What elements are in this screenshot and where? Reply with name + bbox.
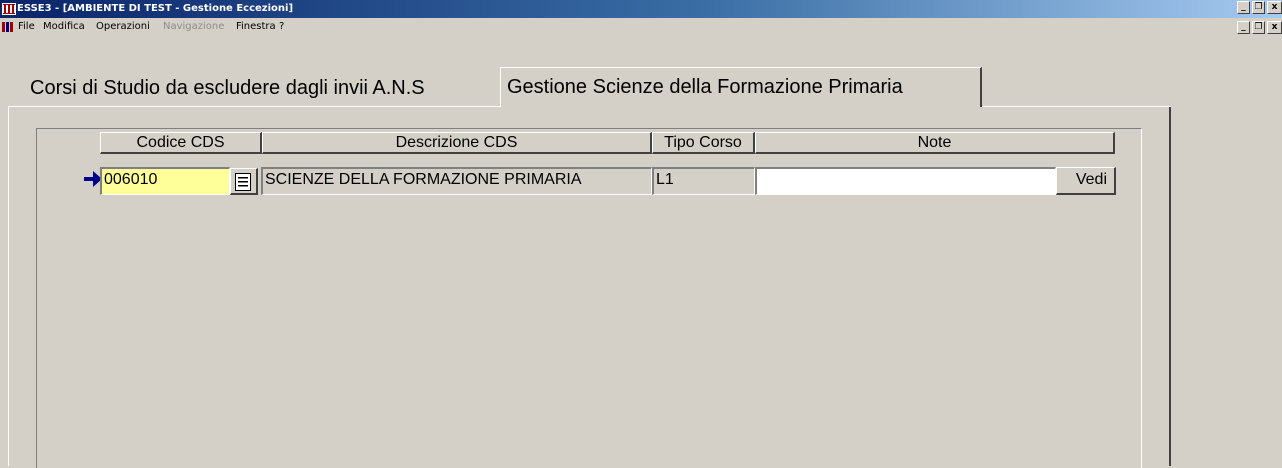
column-header-note: Note xyxy=(755,132,1115,154)
restore-button[interactable]: ❐ xyxy=(1252,1,1265,14)
tab-corsi-esclusi[interactable]: Corsi di Studio da escludere dagli invii… xyxy=(24,71,431,105)
menu-bar: File Modifica Operazioni Navigazione Fin… xyxy=(0,18,1282,36)
menu-help[interactable]: ? xyxy=(279,18,284,36)
menu-operazioni[interactable]: Operazioni xyxy=(96,18,150,36)
codice-cds-field[interactable]: 006010 xyxy=(100,167,230,195)
menu-finestra[interactable]: Finestra xyxy=(236,18,276,36)
tipo-corso-field: L1 xyxy=(652,167,755,195)
tab-panel-top-edge xyxy=(980,106,1171,107)
column-header-codice: Codice CDS xyxy=(100,132,262,154)
list-of-values-button[interactable] xyxy=(230,168,258,195)
child-restore-button[interactable]: ❐ xyxy=(1252,21,1265,34)
column-header-tipo: Tipo Corso xyxy=(652,132,755,154)
title-bar: ESSE3 - [AMBIENTE DI TEST - Gestione Ecc… xyxy=(0,0,1282,18)
column-header-descrizione: Descrizione CDS xyxy=(262,132,652,154)
tab-gestione-scienze[interactable]: Gestione Scienze della Formazione Primar… xyxy=(500,67,982,107)
descrizione-cds-field: SCIENZE DELLA FORMAZIONE PRIMARIA xyxy=(261,167,652,195)
window-title: ESSE3 - [AMBIENTE DI TEST - Gestione Ecc… xyxy=(17,3,294,14)
close-button[interactable]: x xyxy=(1267,1,1282,14)
menu-modifica[interactable]: Modifica xyxy=(43,18,85,36)
menu-file[interactable]: File xyxy=(18,18,35,36)
esse3-app-icon xyxy=(2,3,16,15)
vedi-button[interactable]: Vedi xyxy=(1056,167,1116,195)
minimize-button[interactable]: _ xyxy=(1237,1,1250,14)
note-field[interactable] xyxy=(755,167,1056,195)
child-close-button[interactable]: x xyxy=(1267,21,1282,34)
books-icon xyxy=(2,22,13,32)
menu-navigazione: Navigazione xyxy=(163,21,225,32)
child-minimize-button[interactable]: _ xyxy=(1237,21,1250,34)
list-values-icon xyxy=(235,173,251,191)
